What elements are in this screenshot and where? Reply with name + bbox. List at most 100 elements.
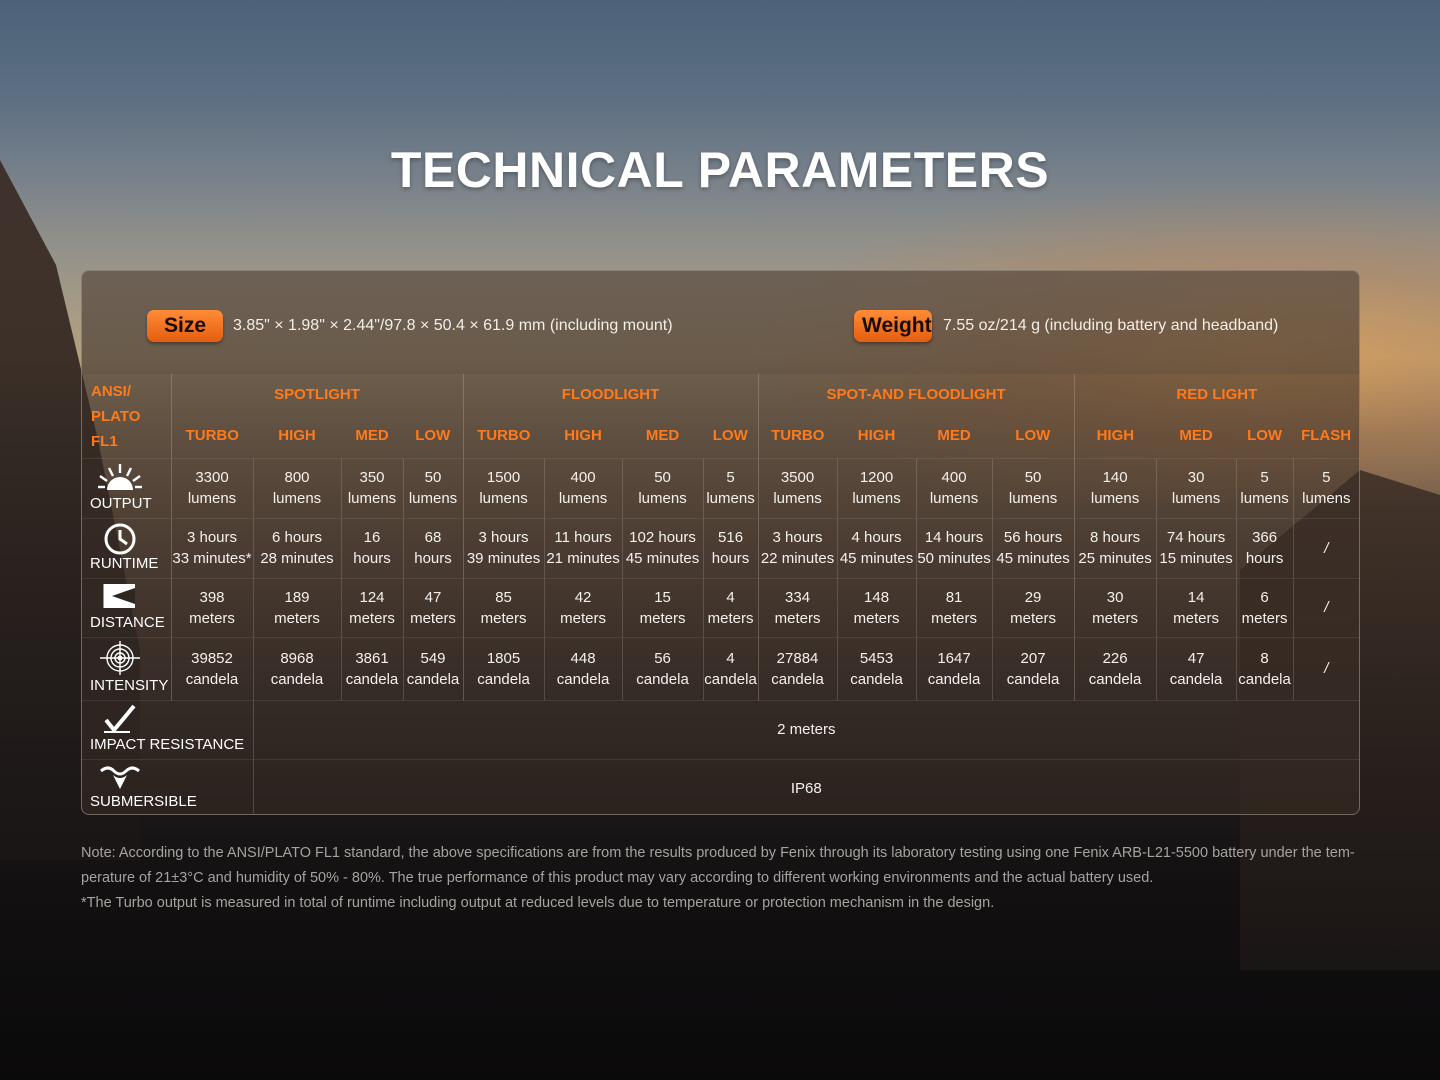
intensity-value: 39852	[191, 649, 233, 667]
intensity-value: 56	[654, 649, 671, 667]
runtime-value: 11 hours	[554, 529, 612, 546]
intensity-unit: candela	[270, 670, 324, 688]
runtime-cell: /	[1292, 517, 1359, 578]
output-unit: lumens	[272, 490, 322, 507]
mode-header: TURBO	[170, 414, 253, 458]
runtime-value: 3 hours	[478, 529, 529, 546]
intensity-cell: 3861 candela	[340, 636, 403, 700]
output-value: 50	[654, 469, 671, 486]
distance-unit: meters	[1241, 609, 1288, 627]
intensity-unit: candela	[850, 670, 903, 688]
distance-unit: meters	[480, 609, 527, 627]
intensity-value: 47	[1187, 649, 1205, 667]
footnote: Note: According to the ANSI/PLATO FL1 st…	[81, 841, 1371, 916]
intensity-value: 8	[1260, 649, 1269, 667]
output-cell: 5 lumens	[1235, 457, 1294, 518]
distance-unit: meters	[1010, 609, 1056, 627]
output-cell: 3500 lumens	[757, 457, 838, 518]
distance-unit: meters	[931, 609, 977, 627]
weight-value: 7.55 oz/214 g (including battery and hea…	[943, 317, 1279, 334]
runtime-value: 4 hours	[851, 529, 902, 546]
distance-unit: meters	[189, 609, 235, 627]
distance-unit: meters	[707, 609, 754, 627]
runtime-unit: hours	[711, 550, 750, 567]
intensity-unit: candela	[556, 670, 610, 688]
weight-badge: Weight	[854, 310, 932, 342]
intensity-unit: candela	[704, 670, 757, 688]
row-label-output: OUTPUT	[82, 457, 171, 518]
intensity-unit: candela	[1238, 670, 1291, 688]
distance-cell: /	[1292, 577, 1359, 637]
distance-cell: 4 meters	[702, 577, 759, 637]
distance-cell: 189 meters	[252, 577, 341, 637]
output-value: 50	[1024, 469, 1042, 486]
runtime-value: 14 hours	[924, 529, 984, 546]
runtime-cell: 11 hours 21 minutes	[543, 517, 623, 578]
runtime-unit: 25 minutes	[1078, 550, 1152, 567]
intensity-cell: 4 candela	[702, 636, 759, 700]
output-cell: 5 lumens	[702, 457, 759, 518]
row-label-submersible: SUBMERSIBLE	[82, 758, 253, 814]
spec-panel: Size 3.85" × 1.98" × 2.44"/97.8 × 50.4 ×…	[81, 270, 1360, 815]
row-label-intensity: INTENSITY	[82, 636, 171, 700]
mode-header: MED	[1179, 427, 1213, 445]
output-unit: lumens	[1302, 490, 1351, 507]
output-unit: lumens	[408, 490, 458, 507]
intensity-value: 207	[1020, 649, 1046, 667]
distance-cell: 85 meters	[462, 577, 545, 637]
output-value: 5	[1260, 469, 1269, 486]
output-value: 5	[726, 469, 735, 486]
runtime-value: 3 hours	[772, 529, 823, 546]
distance-value: 29	[1024, 588, 1042, 606]
intensity-unit: candela	[1169, 670, 1223, 688]
intensity-unit: candela	[771, 670, 824, 688]
output-value: 30	[1187, 469, 1205, 486]
mode-header: LOW	[1247, 427, 1283, 445]
output-unit: lumens	[638, 490, 687, 507]
group-spot-and-floodlight: SPOT-AND FLOODLIGHT	[757, 374, 1075, 414]
runtime-cell: 8 hours 25 minutes	[1073, 517, 1157, 578]
runtime-cell: 3 hours 39 minutes	[462, 517, 545, 578]
intensity-value: 8968	[280, 649, 314, 667]
group-floodlight: FLOODLIGHT	[462, 374, 759, 414]
distance-unit: meters	[1092, 609, 1138, 627]
output-cell: 400 lumens	[915, 457, 993, 518]
output-cell: 800 lumens	[252, 457, 341, 518]
runtime-cell: 68 hours	[402, 517, 464, 578]
output-value: 50	[424, 469, 442, 486]
intensity-cell: 549 candela	[402, 636, 464, 700]
output-unit: lumens	[773, 490, 822, 507]
mode-header: LOW	[415, 427, 451, 445]
distance-cell: 42 meters	[543, 577, 623, 637]
distance-value: 334	[785, 588, 811, 606]
runtime-cell: 16 hours	[340, 517, 403, 578]
sun-burst-icon	[90, 463, 150, 493]
runtime-value: /	[1324, 539, 1329, 557]
runtime-cell: 516 hours	[702, 517, 759, 578]
distance-value: 42	[574, 588, 592, 606]
distance-cell: 81 meters	[915, 577, 993, 637]
output-unit: lumens	[929, 490, 979, 507]
group-spotlight: SPOTLIGHT	[170, 374, 464, 414]
output-value: 800	[284, 469, 310, 486]
distance-unit: meters	[410, 609, 456, 627]
output-unit: lumens	[1008, 490, 1058, 507]
intensity-value: /	[1324, 660, 1329, 677]
intensity-cell: 8 candela	[1235, 636, 1294, 700]
intensity-unit: candela	[1088, 670, 1142, 688]
output-value: 400	[570, 469, 596, 486]
distance-value: 15	[654, 588, 671, 606]
intensity-unit: candela	[345, 670, 399, 688]
output-value: 3500	[780, 469, 815, 486]
runtime-unit: 39 minutes	[466, 550, 541, 567]
intensity-unit: candela	[636, 670, 689, 688]
output-unit: lumens	[1090, 490, 1140, 507]
runtime-unit: 33 minutes*	[172, 550, 252, 567]
intensity-unit: candela	[185, 670, 239, 688]
runtime-value: 8 hours	[1090, 529, 1141, 546]
impact-check-icon	[90, 704, 150, 734]
distance-unit: meters	[560, 609, 606, 627]
note-line: perature of 21±3°C and humidity of 50% -…	[81, 870, 1154, 886]
clock-icon	[90, 523, 150, 554]
output-value: 1200	[859, 469, 894, 486]
